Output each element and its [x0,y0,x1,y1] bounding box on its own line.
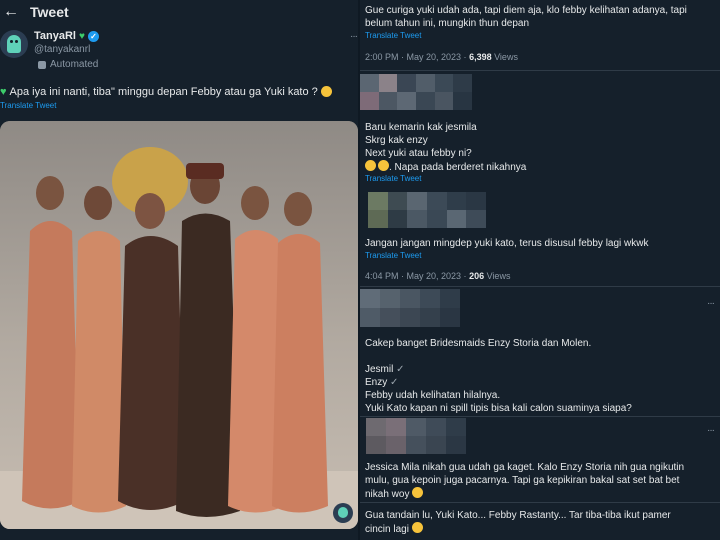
reply-text: Jessica Mila nikah gua udah ga kaget. Ka… [365,462,685,473]
reply-text: Cakep banget Bridesmaids Enzy Storia dan… [365,338,592,349]
reply-text-with-emoji: . Napa pada berderet nikahnya [365,160,526,174]
reply-text: Jangan jangan mingdep yuki kato, terus d… [365,238,649,249]
reply-text-with-emoji: nikah woy [365,487,424,501]
divider [360,416,720,417]
wedding-photo-illustration [0,147,358,529]
check-icon: ✓ [396,364,405,375]
crying-emoji-icon [412,487,424,498]
reply-text: Skrg kak enzy [365,135,428,146]
header: ← Tweet [0,0,360,24]
tweet-timestamp: 4:04 PM · May 20, 2023 · 206 Views [365,271,511,281]
tweet-timestamp: 2:00 PM · May 20, 2023 · 6,398 Views [365,52,518,62]
blurred-avatar [368,192,486,228]
crying-emoji-icon [365,160,376,171]
check-icon: ✓ [390,377,399,388]
display-name[interactable]: TanyaRl ♥ ✓ [34,30,99,42]
reply-text: Febby udah kelihatan hilalnya. [365,390,501,401]
verified-badge-icon: ✓ [87,30,99,42]
main-tweet-panel: ← Tweet TanyaRl ♥ ✓ @tanyakanrl Automate… [0,0,360,540]
arrow-left-icon[interactable]: ← [0,3,22,21]
blurred-avatar [360,74,472,110]
blurred-avatar [366,418,466,454]
divider [360,286,720,287]
green-heart-icon: ♥ [0,86,7,98]
user-handle[interactable]: @tanyakanrl [34,44,90,55]
more-options-icon[interactable]: ··· [707,425,715,436]
avatar[interactable] [0,30,28,58]
replies-panel: Gue curiga yuki udah ada, tapi diem aja,… [360,0,720,540]
reply-text-with-emoji: cincin lagi [365,522,423,536]
automated-label: Automated [38,59,98,70]
reply-text-with-check: Enzy ✓ [365,377,399,388]
translate-tweet-link[interactable]: Translate Tweet [0,101,56,110]
more-options-icon[interactable]: ··· [707,298,715,309]
reply-text: Gua tandain lu, Yuki Kato... Febby Rasta… [365,510,671,521]
more-options-icon[interactable]: ··· [350,31,358,42]
reply-text: Baru kemarin kak jesmila [365,122,477,133]
green-heart-icon: ♥ [78,30,85,42]
reply-text: belum tahun ini, mungkin thun depan [365,18,530,29]
reply-text-with-check: Jesmil ✓ [365,364,405,375]
translate-tweet-link[interactable]: Translate Tweet [365,251,421,260]
blurred-avatar [360,289,460,327]
tweet-text: ♥ Apa iya ini nanti, tiba" minggu depan … [0,86,332,98]
crying-emoji-icon [378,160,389,171]
smile-emoji-icon [411,522,423,533]
crying-emoji-icon [320,86,332,97]
divider [360,70,720,71]
page-title: Tweet [30,4,69,20]
robot-icon [38,60,46,69]
reply-text: Yuki Kato kapan ni spill tipis bisa kali… [365,403,632,414]
reply-text: Gue curiga yuki udah ada, tapi diem aja,… [365,5,687,16]
translate-tweet-link[interactable]: Translate Tweet [365,31,421,40]
reply-text: mulu, gua kepoin juga pacarnya. Tapi ga … [365,475,680,486]
divider [360,502,720,503]
wedding-photo[interactable] [0,121,358,529]
reply-text: Next yuki atau febby ni? [365,148,472,159]
translate-tweet-link[interactable]: Translate Tweet [365,174,421,183]
